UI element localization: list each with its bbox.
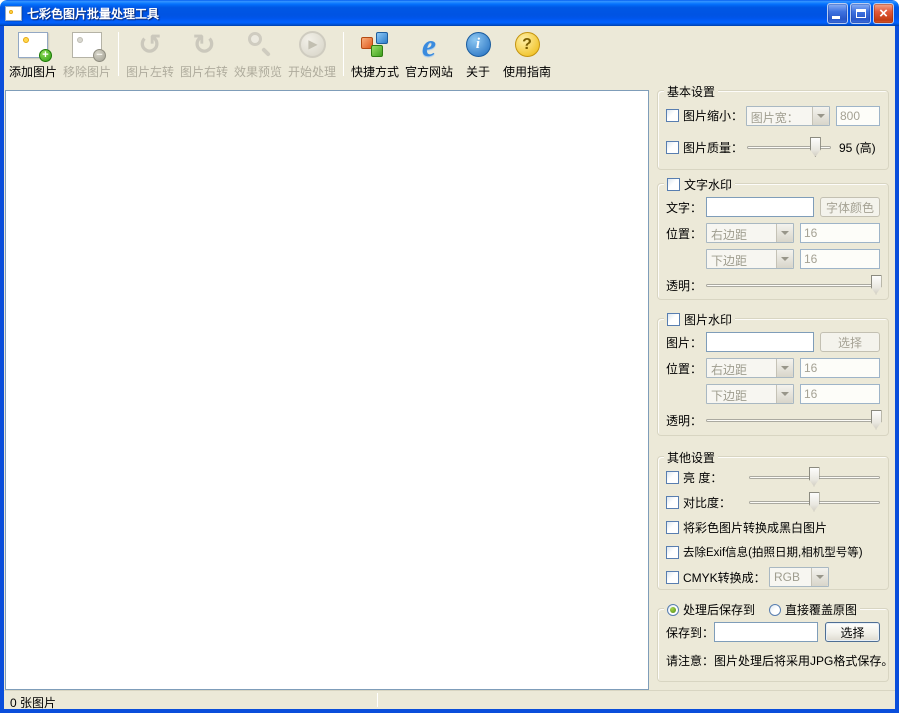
minimize-icon — [832, 16, 840, 19]
text-v-position-select[interactable]: 下边距 — [706, 249, 794, 269]
toolbar-separator — [343, 32, 344, 76]
group-title: 图片水印 — [684, 311, 732, 328]
grayscale-checkbox[interactable] — [666, 521, 679, 534]
close-icon: × — [874, 4, 893, 23]
window-border — [0, 26, 4, 713]
watermark-text-field[interactable] — [706, 197, 814, 217]
slider-thumb[interactable] — [871, 275, 882, 295]
toolbar: + 添加图片 − 移除图片 ↺ 图片左转 ↻ 图片右转 效果预览 ▶ 开始处理 — [4, 26, 895, 84]
slider-thumb[interactable] — [871, 410, 882, 430]
slider-thumb[interactable] — [809, 467, 820, 487]
save-to-radio[interactable] — [667, 604, 679, 616]
quality-checkbox[interactable] — [666, 141, 679, 154]
toolbar-separator — [118, 32, 119, 76]
image-v-margin-field[interactable] — [800, 384, 880, 404]
statusbar-divider — [377, 693, 378, 707]
slider-thumb[interactable] — [810, 137, 821, 157]
title-bar: 七彩色图片批量处理工具 × — [0, 0, 899, 26]
text-watermark-group: 文字水印 文字： 字体颜色 位置： 右边距 下边距 透明： — [657, 183, 889, 300]
resize-grip[interactable] — [890, 704, 892, 706]
play-icon: ▶ — [299, 31, 326, 58]
basic-settings-group: 基本设置 图片缩小： 图片宽： 图片质量： 95 (高) — [657, 90, 889, 170]
app-icon — [5, 6, 22, 21]
group-title: 基本设置 — [667, 83, 715, 100]
text-alpha-slider[interactable] — [706, 275, 880, 296]
font-color-button[interactable]: 字体颜色 — [820, 197, 880, 217]
slider-thumb[interactable] — [809, 492, 820, 512]
window-title: 七彩色图片批量处理工具 — [27, 5, 827, 22]
image-watermark-checkbox[interactable] — [667, 313, 680, 326]
chevron-down-icon — [776, 224, 793, 242]
image-v-position-select[interactable]: 下边距 — [706, 384, 794, 404]
chevron-down-icon — [776, 385, 793, 403]
process-button[interactable]: ▶ 开始处理 — [285, 27, 339, 82]
preview-button[interactable]: 效果预览 — [231, 27, 285, 82]
minus-badge-icon: − — [93, 49, 106, 62]
text-watermark-checkbox[interactable] — [667, 178, 680, 191]
overwrite-radio[interactable] — [769, 604, 781, 616]
rotate-right-button[interactable]: ↻ 图片右转 — [177, 27, 231, 82]
save-path-field[interactable] — [714, 622, 818, 642]
image-list[interactable] — [5, 90, 649, 690]
rotate-right-icon: ↻ — [192, 30, 215, 60]
note-text: 请注意：图片处理后将采用JPG格式保存。 — [666, 652, 880, 669]
image-h-position-select[interactable]: 右边距 — [706, 358, 794, 378]
info-icon: i — [466, 32, 491, 57]
plus-badge-icon: + — [39, 49, 52, 62]
ie-icon: e — [422, 30, 436, 60]
rotate-left-button[interactable]: ↺ 图片左转 — [123, 27, 177, 82]
text-h-margin-field[interactable] — [800, 223, 880, 243]
app-window: 七彩色图片批量处理工具 × + 添加图片 − 移除图片 ↺ 图片左转 — [0, 0, 899, 713]
cmyk-checkbox[interactable] — [666, 571, 679, 584]
resize-mode-select[interactable]: 图片宽： — [746, 106, 830, 126]
text-v-margin-field[interactable] — [800, 249, 880, 269]
question-icon: ? — [515, 32, 540, 57]
minimize-button[interactable] — [827, 3, 848, 24]
quality-value-label: 95 (高) — [839, 139, 876, 156]
chevron-down-icon — [811, 568, 828, 586]
chevron-down-icon — [776, 359, 793, 377]
contrast-checkbox[interactable] — [666, 496, 679, 509]
contrast-slider[interactable] — [749, 492, 880, 513]
text-h-position-select[interactable]: 右边距 — [706, 223, 794, 243]
add-image-icon: + — [18, 32, 48, 58]
brightness-checkbox[interactable] — [666, 471, 679, 484]
group-title: 文字水印 — [684, 176, 732, 193]
image-alpha-slider[interactable] — [706, 410, 880, 431]
quality-slider[interactable] — [747, 137, 831, 158]
magnifier-icon — [243, 30, 273, 60]
cubes-icon — [359, 30, 391, 60]
shortcut-button[interactable]: 快捷方式 — [348, 27, 402, 82]
add-images-button[interactable]: + 添加图片 — [6, 27, 60, 82]
maximize-button[interactable] — [850, 3, 871, 24]
website-button[interactable]: e 官方网站 — [402, 27, 456, 82]
remove-image-icon: − — [72, 32, 102, 58]
save-path-select-button[interactable]: 选择 — [825, 622, 880, 642]
image-watermark-group: 图片水印 图片： 选择 位置： 右边距 下边距 透明： — [657, 318, 889, 436]
remove-exif-checkbox[interactable] — [666, 546, 679, 559]
watermark-image-field[interactable] — [706, 332, 814, 352]
window-border — [895, 26, 899, 713]
about-button[interactable]: i 关于 — [456, 27, 500, 82]
window-border — [0, 709, 899, 713]
close-button[interactable]: × — [873, 3, 894, 24]
maximize-icon — [856, 9, 866, 18]
image-h-margin-field[interactable] — [800, 358, 880, 378]
remove-images-button[interactable]: − 移除图片 — [60, 27, 114, 82]
group-title: 其他设置 — [667, 449, 715, 466]
resize-checkbox[interactable] — [666, 109, 679, 122]
watermark-image-select-button[interactable]: 选择 — [820, 332, 880, 352]
rotate-left-icon: ↺ — [138, 30, 161, 60]
resize-width-field[interactable] — [836, 106, 880, 126]
other-settings-group: 其他设置 亮 度： 对比度： 将彩色图片转换成黑白图片 去除Exif信息(拍照日… — [657, 456, 889, 590]
guide-button[interactable]: ? 使用指南 — [500, 27, 554, 82]
chevron-down-icon — [776, 250, 793, 268]
save-group: 处理后保存到 直接覆盖原图 保存到： 选择 请注意：图片处理后将采用JPG格式保… — [657, 608, 889, 682]
chevron-down-icon — [812, 107, 829, 125]
brightness-slider[interactable] — [749, 467, 880, 488]
status-bar: 0 张图片 — [4, 690, 895, 709]
cmyk-select[interactable]: RGB — [769, 567, 829, 587]
